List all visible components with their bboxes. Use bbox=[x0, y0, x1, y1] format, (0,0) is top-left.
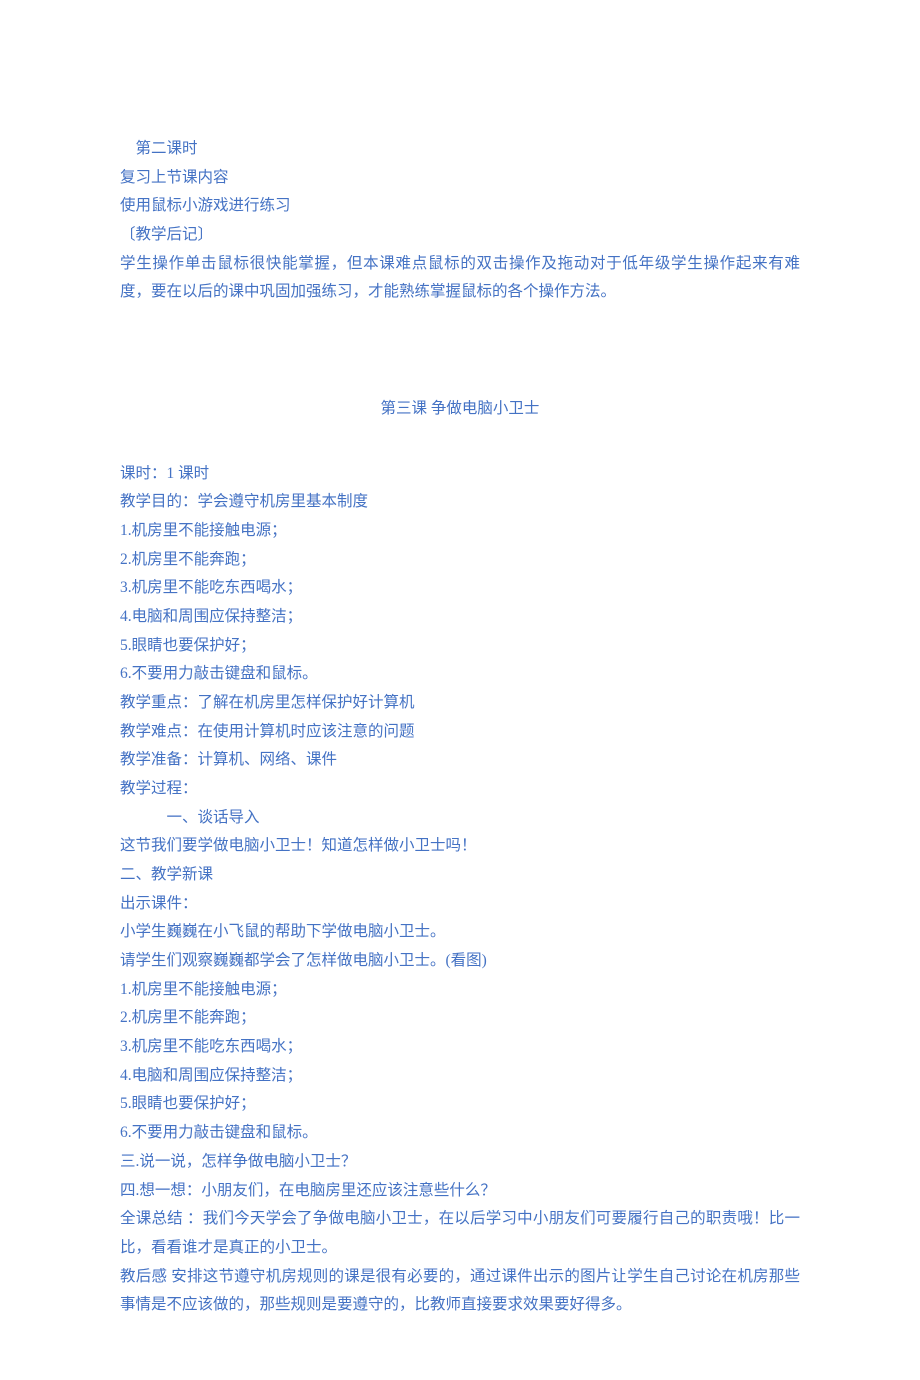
doc-line: 小学生巍巍在小飞鼠的帮助下学做电脑小卫士。 bbox=[120, 918, 800, 947]
doc-line: 1.机房里不能接触电源； bbox=[120, 517, 800, 546]
doc-line: 5.眼睛也要保护好； bbox=[120, 632, 800, 661]
doc-line: 2.机房里不能奔跑； bbox=[120, 546, 800, 575]
doc-line: 出示课件： bbox=[120, 890, 800, 919]
doc-line: 教学重点：了解在机房里怎样保护好计算机 bbox=[120, 689, 800, 718]
doc-line: 3.机房里不能吃东西喝水； bbox=[120, 574, 800, 603]
doc-line: 教学难点：在使用计算机时应该注意的问题 bbox=[120, 718, 800, 747]
doc-line: 使用鼠标小游戏进行练习 bbox=[120, 192, 800, 221]
doc-paragraph: 全课总结 ：我们今天学会了争做电脑小卫士，在以后学习中小朋友们可要履行自己的职责… bbox=[120, 1205, 800, 1262]
doc-line: 课时：1 课时 bbox=[120, 460, 800, 489]
doc-paragraph: 学生操作单击鼠标很快能掌握，但本课难点鼠标的双击操作及拖动对于低年级学生操作起来… bbox=[120, 250, 800, 307]
doc-line: 5.眼睛也要保护好； bbox=[120, 1090, 800, 1119]
doc-line: 4.电脑和周围应保持整洁； bbox=[120, 603, 800, 632]
doc-paragraph: 教后感 安排这节遵守机房规则的课是很有必要的，通过课件出示的图片让学生自己讨论在… bbox=[120, 1263, 800, 1320]
doc-line: 3.机房里不能吃东西喝水； bbox=[120, 1033, 800, 1062]
doc-line: 教学准备：计算机、网络、课件 bbox=[120, 746, 800, 775]
doc-line: 6.不要用力敲击键盘和鼠标。 bbox=[120, 1119, 800, 1148]
doc-line: 复习上节课内容 bbox=[120, 164, 800, 193]
doc-line: 二、教学新课 bbox=[120, 861, 800, 890]
doc-line: 4.电脑和周围应保持整洁； bbox=[120, 1062, 800, 1091]
doc-line: 6.不要用力敲击键盘和鼠标。 bbox=[120, 660, 800, 689]
doc-line: 这节我们要学做电脑小卫士！知道怎样做小卫士吗！ bbox=[120, 832, 800, 861]
doc-line: 请学生们观察巍巍都学会了怎样做电脑小卫士。(看图) bbox=[120, 947, 800, 976]
doc-line: 1.机房里不能接触电源； bbox=[120, 976, 800, 1005]
doc-line: 教学目的：学会遵守机房里基本制度 bbox=[120, 488, 800, 517]
doc-line: 教学过程： bbox=[120, 775, 800, 804]
doc-line: 一、谈话导入 bbox=[120, 804, 800, 833]
doc-line: 〔教学后记〕 bbox=[120, 221, 800, 250]
doc-line: 2.机房里不能奔跑； bbox=[120, 1004, 800, 1033]
doc-line: 四.想一想：小朋友们，在电脑房里还应该注意些什么？ bbox=[120, 1177, 800, 1206]
section-title: 第三课 争做电脑小卫士 bbox=[120, 395, 800, 424]
doc-line: 第二课时 bbox=[120, 135, 800, 164]
doc-line: 三.说一说，怎样争做电脑小卫士？ bbox=[120, 1148, 800, 1177]
